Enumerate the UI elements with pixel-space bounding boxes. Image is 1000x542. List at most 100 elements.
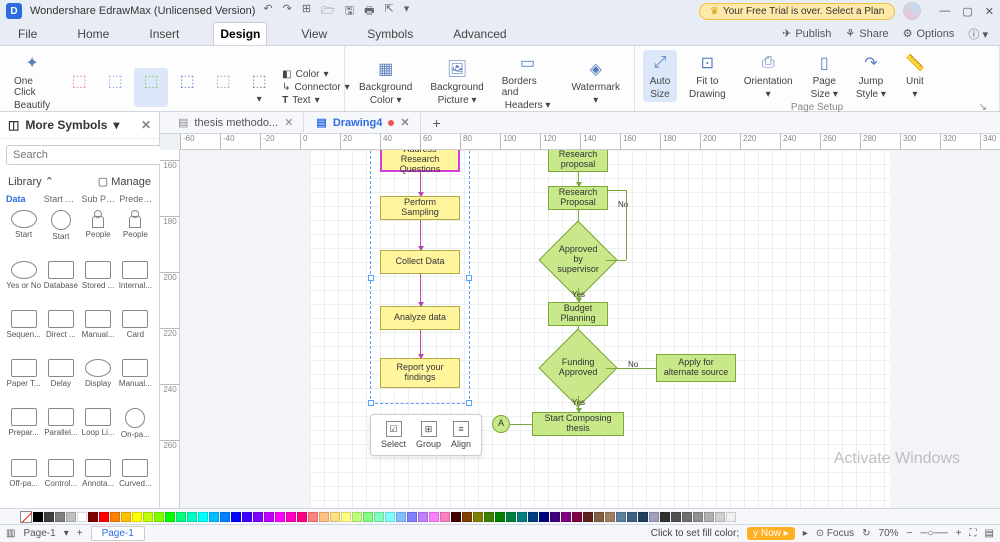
fullscreen-icon[interactable]: ⛶ xyxy=(970,528,977,539)
undo-icon[interactable]: ↶ xyxy=(263,2,272,21)
color-swatch[interactable] xyxy=(209,512,219,522)
zoom-fit-icon[interactable]: ↻ xyxy=(862,528,870,539)
color-swatch[interactable] xyxy=(275,512,285,522)
color-swatch[interactable] xyxy=(616,512,626,522)
text-dropdown[interactable]: TText ▾ xyxy=(282,95,350,106)
node-collect-data[interactable]: Collect Data xyxy=(380,250,460,274)
menu-view[interactable]: View xyxy=(295,23,333,45)
color-swatch[interactable] xyxy=(363,512,373,522)
connector[interactable] xyxy=(510,424,532,425)
color-swatch[interactable] xyxy=(286,512,296,522)
color-swatch[interactable] xyxy=(319,512,329,522)
color-swatch[interactable] xyxy=(165,512,175,522)
node-perform-sampling[interactable]: Perform Sampling xyxy=(380,196,460,220)
shape-stencil[interactable]: Delay xyxy=(43,359,78,404)
color-swatch[interactable] xyxy=(341,512,351,522)
shape-stencil[interactable]: Direct ... xyxy=(43,310,78,355)
shape-stencil[interactable]: Display xyxy=(81,359,116,404)
menu-insert[interactable]: Insert xyxy=(143,23,185,45)
color-swatch[interactable] xyxy=(495,512,505,522)
help-icon[interactable]: ⓘ ▾ xyxy=(968,26,988,42)
shape-stencil[interactable]: Paper T... xyxy=(6,359,41,404)
connector[interactable] xyxy=(606,368,656,369)
zoom-out-button[interactable]: − xyxy=(907,528,913,539)
connector[interactable] xyxy=(626,190,627,260)
theme-preset-5[interactable]: ⬚ xyxy=(206,68,240,107)
tab-close-icon[interactable]: ✕ xyxy=(284,116,293,129)
symbols-panel-header[interactable]: ◫ More Symbols ▾ ✕ xyxy=(0,112,159,139)
shape-stencil[interactable]: People xyxy=(81,210,116,257)
color-swatch[interactable] xyxy=(220,512,230,522)
color-swatch[interactable] xyxy=(418,512,428,522)
theme-preset-6[interactable]: ⬚▾ xyxy=(242,68,276,107)
shape-stencil[interactable]: Card xyxy=(118,310,153,355)
color-swatch[interactable] xyxy=(308,512,318,522)
connector[interactable] xyxy=(420,172,421,196)
symbol-category[interactable]: Start or... xyxy=(44,194,78,204)
symbol-category[interactable]: Sub Pro... xyxy=(82,194,116,204)
node-start-composing[interactable]: Start Composing thesis xyxy=(532,412,624,436)
color-swatch[interactable] xyxy=(99,512,109,522)
auto-size-button[interactable]: ⤢AutoSize xyxy=(643,50,677,102)
shape-stencil[interactable]: Internal... xyxy=(118,261,153,306)
color-swatch[interactable] xyxy=(484,512,494,522)
page-size-button[interactable]: ▯PageSize ▾ xyxy=(805,50,844,102)
shape-stencil[interactable]: People xyxy=(118,210,153,257)
panel-toggle-icon[interactable]: ▤ xyxy=(985,528,994,539)
menu-advanced[interactable]: Advanced xyxy=(447,23,512,45)
theme-preset-4[interactable]: ⬚ xyxy=(170,68,204,107)
publish-button[interactable]: ✈Publish xyxy=(782,26,831,42)
symbol-category[interactable]: Data xyxy=(6,194,40,204)
color-swatch[interactable] xyxy=(264,512,274,522)
color-swatch[interactable] xyxy=(55,512,65,522)
shape-stencil[interactable]: Prepar... xyxy=(6,408,41,455)
color-swatch[interactable] xyxy=(462,512,472,522)
fit-drawing-button[interactable]: ⊡Fit toDrawing xyxy=(683,50,732,102)
node-research-proposal-1[interactable]: Research proposal xyxy=(548,150,608,172)
color-swatch[interactable] xyxy=(528,512,538,522)
align-tool[interactable]: ≡Align xyxy=(451,421,471,449)
color-swatch[interactable] xyxy=(539,512,549,522)
unit-button[interactable]: 📏Unit▾ xyxy=(898,50,932,102)
connector[interactable] xyxy=(420,330,421,358)
color-swatch[interactable] xyxy=(682,512,692,522)
page-nav-icon[interactable]: ▥ xyxy=(6,528,15,539)
qat-more-icon[interactable]: ▾ xyxy=(404,2,410,21)
color-swatch[interactable] xyxy=(77,512,87,522)
color-swatch[interactable] xyxy=(374,512,384,522)
shape-stencil[interactable]: Stored ... xyxy=(81,261,116,306)
color-swatch[interactable] xyxy=(66,512,76,522)
color-swatch[interactable] xyxy=(231,512,241,522)
color-swatch[interactable] xyxy=(330,512,340,522)
menu-file[interactable]: File xyxy=(12,23,43,45)
color-swatch[interactable] xyxy=(429,512,439,522)
bg-color-button[interactable]: ▦BackgroundColor ▾ xyxy=(353,56,418,108)
shape-stencil[interactable]: Sequen... xyxy=(6,310,41,355)
shape-stencil[interactable]: Database xyxy=(43,261,78,306)
color-swatch[interactable] xyxy=(693,512,703,522)
focus-mode-button[interactable]: ⊙ Focus xyxy=(816,528,854,539)
shape-stencil[interactable]: Manual... xyxy=(81,310,116,355)
close-icon[interactable]: ✕ xyxy=(985,5,994,18)
canvas[interactable]: Address Research Questions Perform Sampl… xyxy=(180,150,1000,508)
node-research-proposal-2[interactable]: Research Proposal xyxy=(548,186,608,210)
swatch-nav-icon[interactable]: ▸ xyxy=(803,528,808,539)
connector[interactable] xyxy=(578,172,579,186)
color-swatch[interactable] xyxy=(385,512,395,522)
color-swatch[interactable] xyxy=(572,512,582,522)
color-swatch[interactable] xyxy=(110,512,120,522)
color-swatch[interactable] xyxy=(88,512,98,522)
node-analyze-data[interactable]: Analyze data xyxy=(380,306,460,330)
color-swatch[interactable] xyxy=(594,512,604,522)
color-swatch[interactable] xyxy=(33,512,43,522)
color-swatch[interactable] xyxy=(440,512,450,522)
color-dropdown[interactable]: ◧Color ▾ xyxy=(282,69,350,80)
color-swatch[interactable] xyxy=(517,512,527,522)
zoom-in-button[interactable]: + xyxy=(956,528,962,539)
zoom-slider[interactable]: ─○── xyxy=(920,528,947,539)
color-swatch[interactable] xyxy=(44,512,54,522)
trial-banner[interactable]: ♛ Your Free Trial is over. Select a Plan xyxy=(699,3,895,20)
connector[interactable] xyxy=(578,396,579,412)
new-icon[interactable]: ⊞ xyxy=(302,2,311,21)
node-address-research[interactable]: Address Research Questions xyxy=(380,150,460,172)
